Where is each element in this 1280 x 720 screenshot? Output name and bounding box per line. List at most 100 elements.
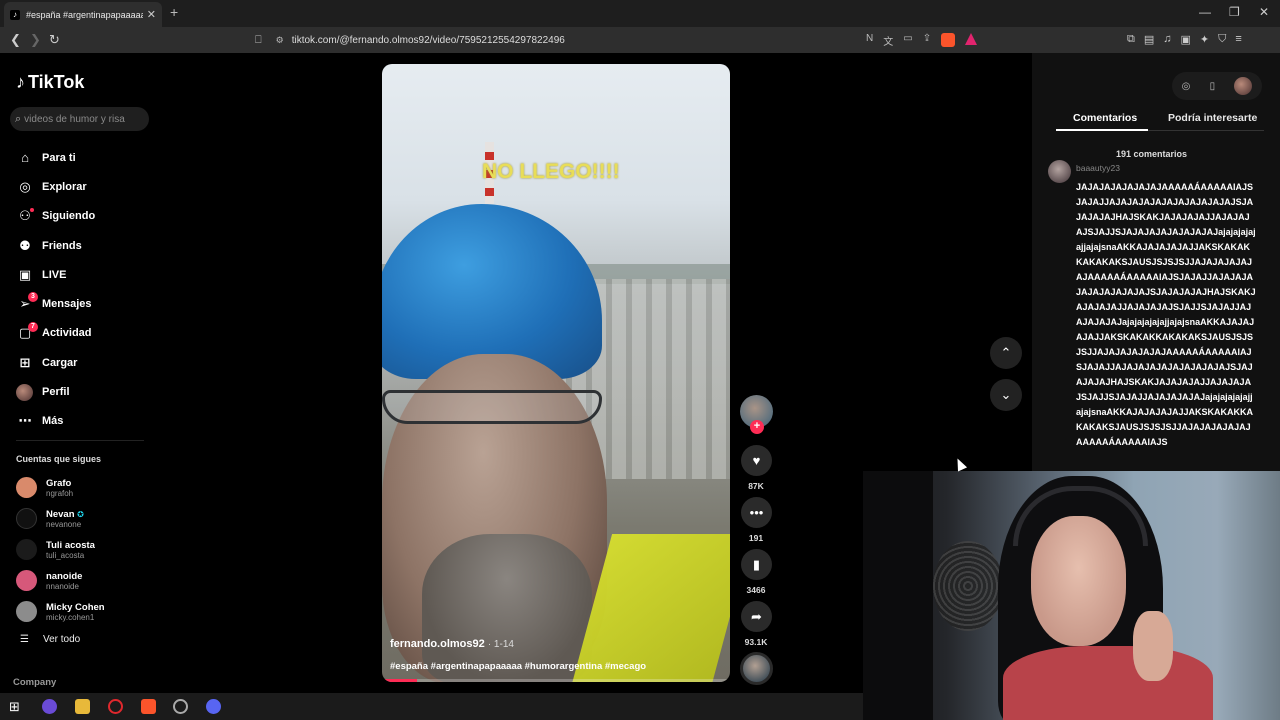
following-handle: tuli_acosta	[46, 550, 85, 560]
tiktok-logo[interactable]: ♪ TikTok	[16, 72, 84, 93]
tab-comentarios[interactable]: Comentarios	[1073, 112, 1137, 124]
nav-item-live[interactable]: ▣ LIVE	[16, 260, 95, 289]
nav-item-actividad[interactable]: ▢ 7 Actividad	[16, 319, 95, 348]
notification-dot	[30, 207, 34, 212]
translate-icon[interactable]: 文	[883, 33, 893, 48]
ai-icon[interactable]: ✦	[1200, 33, 1209, 46]
opera-icon[interactable]	[108, 699, 123, 714]
nav-label: Cargar	[42, 356, 78, 369]
sidebar-icon[interactable]: ▤	[1144, 33, 1154, 46]
panel-top-icons: ◎ ▯	[1172, 72, 1262, 100]
bookmark-icon[interactable]: ⎕	[255, 34, 262, 47]
search-placeholder: videos de humor y risa	[24, 113, 125, 125]
video-hashtags[interactable]: #españa #argentinapapaaaaa #humorargenti…	[390, 661, 646, 672]
previous-video-button[interactable]: ⌃	[990, 337, 1022, 369]
video-author[interactable]: fernando.olmos92	[390, 638, 485, 650]
following-item[interactable]: nanoide nnanoide	[16, 565, 105, 596]
browser-tab[interactable]: ♪ #españa #argentinapapaaaaa #h ✕	[4, 2, 162, 27]
activity-badge: 7	[28, 321, 38, 332]
brave-icon[interactable]	[141, 699, 156, 714]
taskbar	[0, 693, 863, 720]
reload-icon[interactable]: ↻	[49, 32, 60, 48]
coin-icon[interactable]: ◎	[1182, 81, 1191, 92]
save-button[interactable]: ▮	[741, 549, 772, 580]
avatar[interactable]	[1048, 160, 1071, 183]
comment-button[interactable]: •••	[741, 497, 772, 528]
video-overlay-text: NO LLEGO!!!!	[482, 160, 620, 183]
video-scene	[382, 204, 602, 379]
forward-icon[interactable]: ❯	[30, 32, 41, 48]
avatar[interactable]	[1234, 77, 1253, 95]
brave-shields-icon[interactable]	[941, 33, 956, 47]
app-icon[interactable]	[173, 699, 188, 714]
tiktok-favicon-icon: ♪	[10, 9, 20, 20]
video-player[interactable]: NO LLEGO!!!!	[382, 64, 730, 682]
site-info-icon[interactable]: ⚙	[276, 35, 284, 46]
webcam-scene	[1003, 646, 1213, 720]
discord-icon[interactable]	[206, 699, 221, 714]
avatar	[16, 570, 37, 591]
logo-text: TikTok	[28, 72, 85, 92]
video-scene	[382, 390, 602, 424]
maximize-icon[interactable]: ❐	[1229, 5, 1240, 19]
following-item[interactable]: Nevan ✪ nevanone	[16, 503, 105, 534]
vpn-icon[interactable]: ⛉	[1218, 33, 1226, 46]
file-explorer-icon[interactable]	[75, 699, 90, 714]
like-button[interactable]: ♥	[741, 445, 772, 476]
chevron-up-icon: ⌃	[1000, 345, 1012, 360]
comment-icon: •••	[749, 505, 764, 520]
following-name: nanoide	[46, 570, 83, 582]
webcam-overlay	[863, 471, 1280, 720]
upload-icon: ⊞	[19, 354, 31, 370]
company-link[interactable]: Company	[13, 677, 56, 688]
webcam-scene	[863, 471, 933, 720]
extension-icons: ⧉ ▤ ♫ ▣ ✦ ⛉ ≡	[1127, 33, 1242, 46]
following-item[interactable]: Micky Cohen micky.cohen1	[16, 596, 105, 627]
following-name: Nevan	[46, 508, 75, 520]
see-all-link[interactable]: ☰ Ver todo	[20, 634, 80, 645]
phone-icon[interactable]: ▯	[1210, 81, 1216, 92]
nav-item-explorar[interactable]: ◎ Explorar	[16, 172, 95, 201]
app-icon[interactable]	[42, 699, 57, 714]
cast-icon[interactable]: ▭	[903, 33, 912, 48]
next-video-button[interactable]: ⌄	[990, 379, 1022, 411]
music-icon[interactable]: ♫	[1163, 33, 1171, 46]
nav-item-mas[interactable]: ⋯ Más	[16, 407, 95, 436]
url-text: tiktok.com/@fernando.olmos92/video/75952…	[291, 34, 565, 46]
close-window-icon[interactable]: ✕	[1259, 5, 1269, 19]
back-icon[interactable]: ❮	[10, 32, 21, 48]
new-tab-icon[interactable]: +	[170, 4, 178, 20]
nav-item-cargar[interactable]: ⊞ Cargar	[16, 348, 95, 377]
main-nav: ⌂ Para ti ◎ Explorar ⚇ Siguiendo ⚉ Frien…	[16, 143, 95, 436]
share-icon[interactable]: ⇪	[923, 33, 931, 48]
nav-item-friends[interactable]: ⚉ Friends	[16, 231, 95, 260]
extensions-icon[interactable]: ⧉	[1127, 33, 1135, 46]
music-disc-icon[interactable]	[740, 652, 773, 685]
nav-item-para-ti[interactable]: ⌂ Para ti	[16, 143, 95, 172]
nav-item-siguiendo[interactable]: ⚇ Siguiendo	[16, 202, 95, 231]
following-item[interactable]: Tuli acosta tuli_acosta	[16, 534, 105, 565]
nav-item-perfil[interactable]: Perfil	[16, 377, 95, 406]
more-icon: ⋯	[18, 413, 32, 429]
close-tab-icon[interactable]: ✕	[147, 8, 156, 21]
sidebar-divider	[16, 440, 144, 441]
following-name: Micky Cohen	[46, 601, 105, 613]
search-input[interactable]: ⌕ videos de humor y risa	[10, 107, 149, 131]
comment-username[interactable]: baaautyy23	[1076, 163, 1120, 173]
minimize-icon[interactable]: —	[1199, 5, 1211, 19]
nav-label: Siguiendo	[42, 210, 96, 223]
windows-start-icon[interactable]: ⊞	[9, 699, 24, 714]
follow-plus-icon[interactable]: +	[750, 420, 764, 434]
video-progress-bar[interactable]	[382, 679, 730, 682]
nav-item-mensajes[interactable]: ➢ 3 Mensajes	[16, 289, 95, 318]
wallet-icon[interactable]: ▣	[1181, 33, 1191, 46]
brave-rewards-icon[interactable]	[965, 33, 978, 45]
following-item[interactable]: Grafo ngrafoh	[16, 472, 105, 503]
menu-icon[interactable]: ≡	[1235, 33, 1241, 46]
tab-podria-interesarte[interactable]: Podría interesarte	[1168, 112, 1257, 124]
following-handle: nevanone	[46, 519, 82, 529]
share-button[interactable]: ➦	[741, 601, 772, 632]
avatar	[16, 539, 37, 560]
nav-label: Perfil	[42, 386, 70, 399]
reader-icon[interactable]: N	[866, 33, 873, 48]
